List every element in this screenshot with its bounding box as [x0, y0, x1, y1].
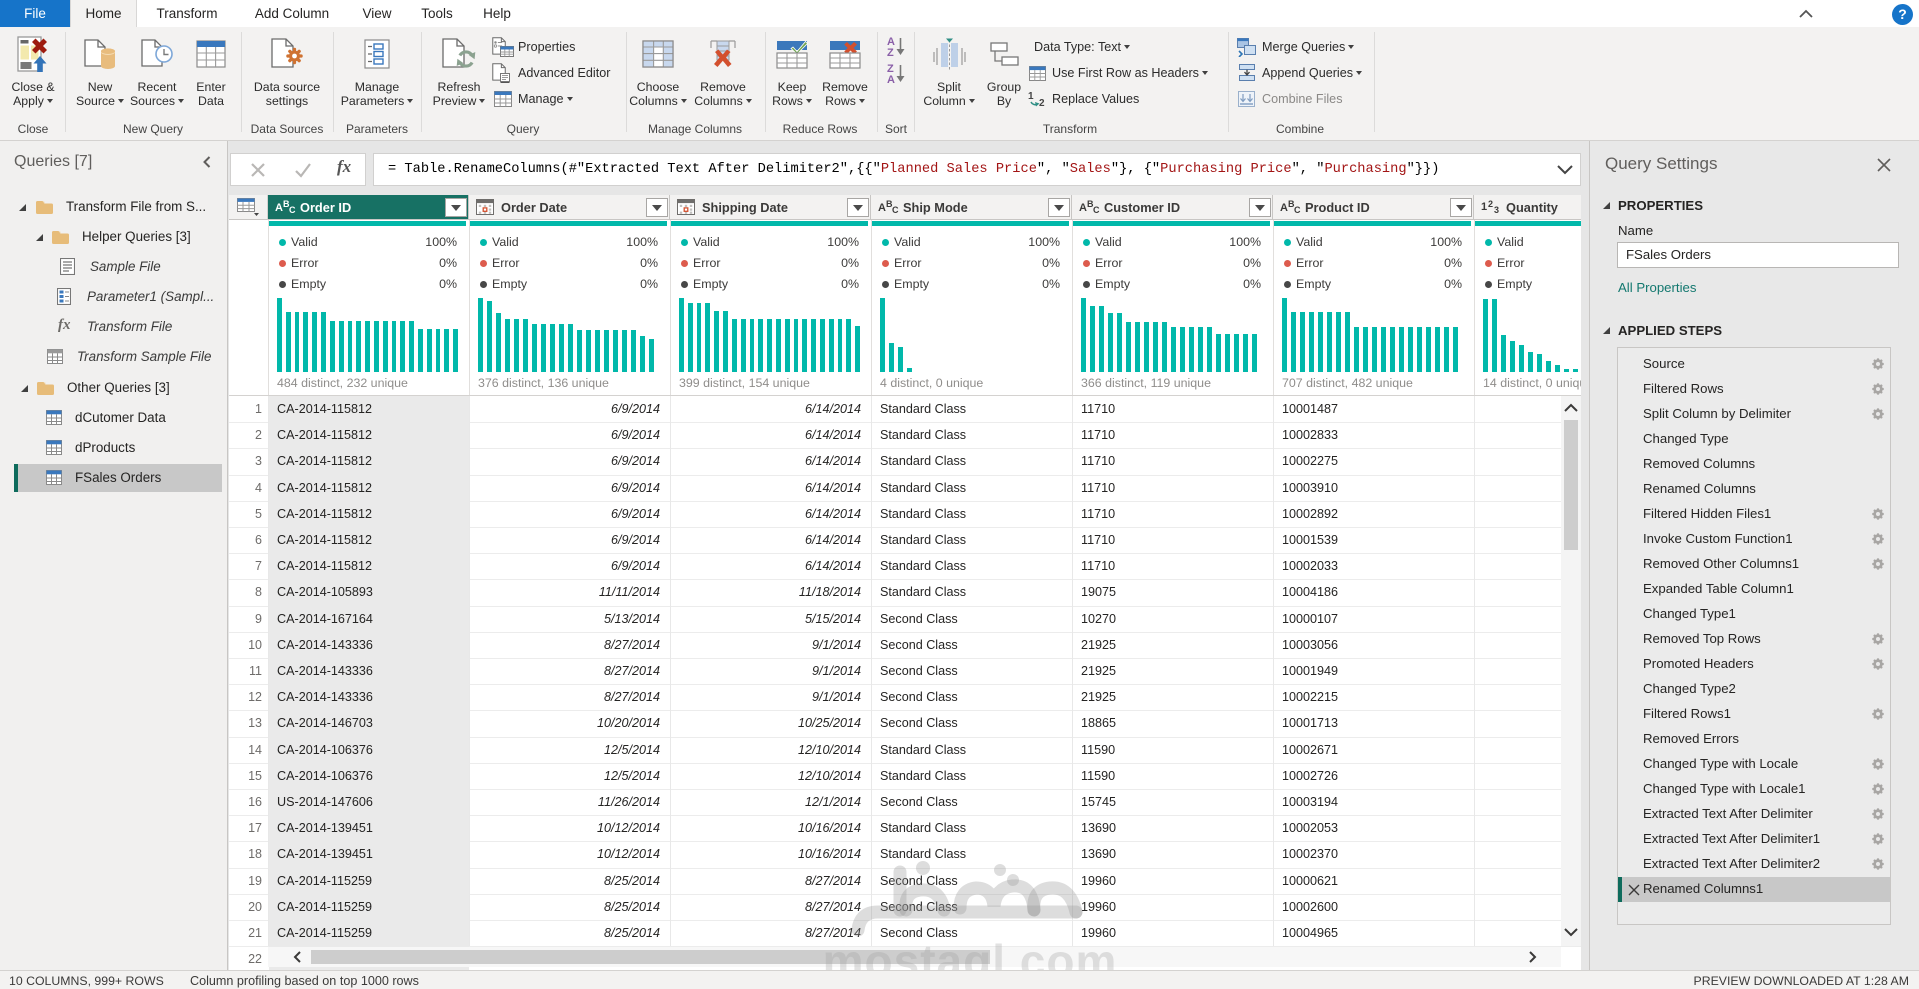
svg-text:2: 2 [1039, 98, 1045, 108]
svg-text:A: A [887, 74, 895, 84]
svg-text:1: 1 [1028, 91, 1034, 102]
svg-text:Z: Z [887, 47, 894, 57]
